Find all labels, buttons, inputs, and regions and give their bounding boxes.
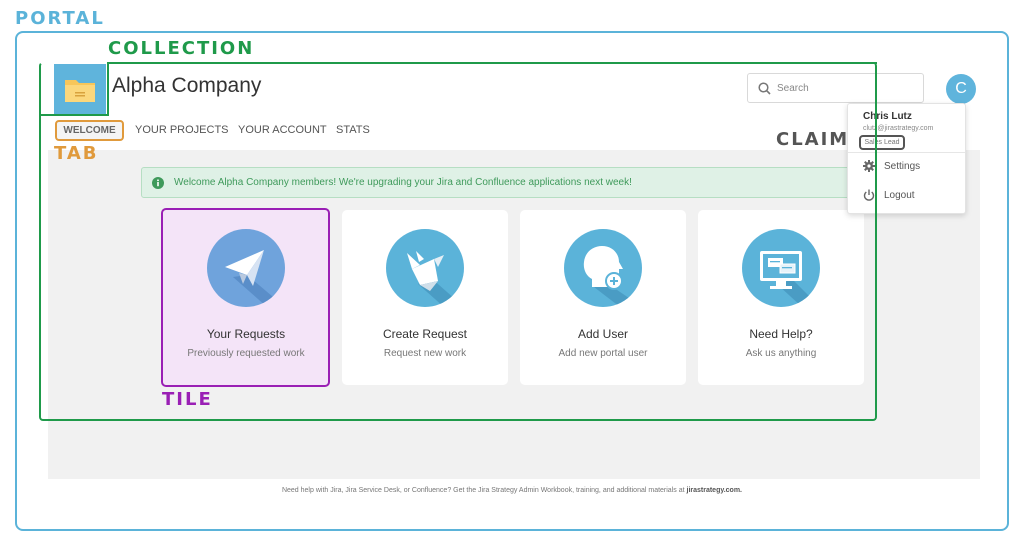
claim-annotation-label: CLAIM [776,129,850,150]
portal-annotation-label: PORTAL [15,8,105,29]
collection-annotation-step [39,114,109,116]
collection-annotation-label: COLLECTION [108,38,255,59]
collection-annotation-top [107,62,877,64]
tab-annotation-label: TAB [54,143,99,164]
collection-annotation-step-v [107,62,109,116]
tile-annotation-box [161,208,330,387]
tile-annotation-label: TILE [162,389,213,410]
